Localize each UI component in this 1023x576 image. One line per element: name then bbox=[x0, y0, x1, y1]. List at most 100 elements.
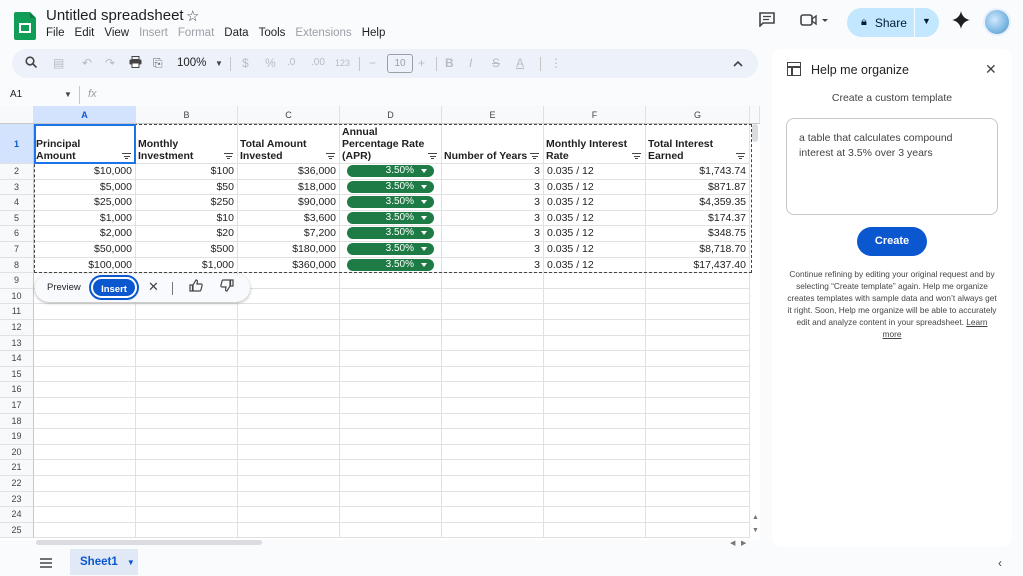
cell-f22[interactable] bbox=[544, 476, 646, 492]
menu-edit[interactable]: Edit bbox=[75, 27, 95, 39]
cell-d9[interactable] bbox=[340, 273, 442, 289]
row-header-11[interactable]: 11 bbox=[0, 304, 34, 320]
cell-a13[interactable] bbox=[34, 335, 136, 352]
cell-g10[interactable] bbox=[646, 288, 750, 305]
cell-e24[interactable] bbox=[442, 507, 544, 523]
panel-close-icon[interactable]: ✕ bbox=[985, 61, 997, 78]
row-header-24[interactable]: 24 bbox=[0, 507, 34, 523]
cell-a22[interactable] bbox=[34, 476, 136, 492]
comments-icon[interactable] bbox=[759, 12, 775, 31]
select-all-corner[interactable] bbox=[0, 106, 34, 124]
row-header-23[interactable]: 23 bbox=[0, 491, 34, 508]
row-header-13[interactable]: 13 bbox=[0, 335, 34, 352]
cell-f12[interactable] bbox=[544, 320, 646, 336]
cell-e23[interactable] bbox=[442, 491, 544, 508]
row-header-9[interactable]: 9 bbox=[0, 273, 34, 289]
cell-e22[interactable] bbox=[442, 476, 544, 492]
row-header-5[interactable]: 5 bbox=[0, 210, 34, 227]
cell-a14[interactable] bbox=[34, 351, 136, 367]
cell-b13[interactable] bbox=[136, 335, 238, 352]
cell-f25[interactable] bbox=[544, 522, 646, 539]
strikethrough-button[interactable]: S bbox=[492, 56, 500, 70]
prompt-input[interactable]: a table that calculates compound interes… bbox=[786, 118, 998, 215]
cell-e20[interactable] bbox=[442, 444, 544, 461]
cell-e25[interactable] bbox=[442, 522, 544, 539]
cell-e15[interactable] bbox=[442, 366, 544, 383]
cell-f13[interactable] bbox=[544, 335, 646, 352]
text-color-button[interactable]: A bbox=[516, 56, 524, 70]
cell-d14[interactable] bbox=[340, 351, 442, 367]
row-header-16[interactable]: 16 bbox=[0, 382, 34, 398]
cell-g20[interactable] bbox=[646, 444, 750, 461]
row-header-19[interactable]: 19 bbox=[0, 429, 34, 445]
increase-decimal-button[interactable]: .00 bbox=[311, 57, 325, 68]
cell-e21[interactable] bbox=[442, 460, 544, 476]
column-header-extra[interactable] bbox=[750, 106, 760, 124]
cell-a16[interactable] bbox=[34, 382, 136, 398]
cell-d16[interactable] bbox=[340, 382, 442, 398]
zoom-select[interactable]: 100% bbox=[177, 57, 206, 69]
menu-file[interactable]: File bbox=[46, 27, 65, 39]
all-sheets-icon[interactable] bbox=[40, 555, 52, 573]
cell-c23[interactable] bbox=[238, 491, 340, 508]
cell-c24[interactable] bbox=[238, 507, 340, 523]
decrease-font-size-button[interactable]: − bbox=[369, 56, 376, 70]
insert-button[interactable]: Insert bbox=[89, 275, 139, 300]
cell-a25[interactable] bbox=[34, 522, 136, 539]
cell-c13[interactable] bbox=[238, 335, 340, 352]
cell-c20[interactable] bbox=[238, 444, 340, 461]
cell-b22[interactable] bbox=[136, 476, 238, 492]
share-button[interactable]: 🔒︎ Share ▼ bbox=[847, 8, 939, 37]
cell-b11[interactable] bbox=[136, 304, 238, 320]
cell-g11[interactable] bbox=[646, 304, 750, 320]
cell-g13[interactable] bbox=[646, 335, 750, 352]
column-header-f[interactable]: F bbox=[544, 106, 646, 124]
cell-b16[interactable] bbox=[136, 382, 238, 398]
cell-f21[interactable] bbox=[544, 460, 646, 476]
cell-f20[interactable] bbox=[544, 444, 646, 461]
cell-b19[interactable] bbox=[136, 429, 238, 445]
sheet-tab-dropdown-icon[interactable]: ▼ bbox=[127, 558, 135, 567]
cell-g18[interactable] bbox=[646, 413, 750, 430]
thumbs-up-icon[interactable] bbox=[189, 279, 203, 295]
cell-b15[interactable] bbox=[136, 366, 238, 383]
cell-b14[interactable] bbox=[136, 351, 238, 367]
cell-b24[interactable] bbox=[136, 507, 238, 523]
cell-c14[interactable] bbox=[238, 351, 340, 367]
cell-c22[interactable] bbox=[238, 476, 340, 492]
cell-c21[interactable] bbox=[238, 460, 340, 476]
cell-g15[interactable] bbox=[646, 366, 750, 383]
horizontal-scrollbar[interactable] bbox=[36, 540, 262, 545]
collapse-toolbar-icon[interactable] bbox=[733, 56, 743, 70]
increase-font-size-button[interactable]: + bbox=[418, 56, 425, 70]
percent-format-button[interactable]: % bbox=[265, 56, 276, 70]
cell-a18[interactable] bbox=[34, 413, 136, 430]
row-header-25[interactable]: 25 bbox=[0, 522, 34, 539]
cell-d20[interactable] bbox=[340, 444, 442, 461]
cell-b18[interactable] bbox=[136, 413, 238, 430]
cell-e16[interactable] bbox=[442, 382, 544, 398]
column-header-c[interactable]: C bbox=[238, 106, 340, 124]
column-header-g[interactable]: G bbox=[646, 106, 750, 124]
more-options-icon[interactable]: ⋮ bbox=[550, 56, 562, 70]
undo-icon[interactable]: ↶ bbox=[82, 56, 92, 70]
scroll-right-icon[interactable]: ▶ bbox=[741, 539, 746, 547]
cell-e12[interactable] bbox=[442, 320, 544, 336]
cell-d12[interactable] bbox=[340, 320, 442, 336]
cell-g23[interactable] bbox=[646, 491, 750, 508]
menu-tools[interactable]: Tools bbox=[259, 27, 286, 39]
cell-c9[interactable] bbox=[238, 273, 340, 289]
cell-g19[interactable] bbox=[646, 429, 750, 445]
cell-b25[interactable] bbox=[136, 522, 238, 539]
cell-c17[interactable] bbox=[238, 398, 340, 414]
cell-e18[interactable] bbox=[442, 413, 544, 430]
menu-format[interactable]: Format bbox=[178, 27, 214, 39]
cell-d23[interactable] bbox=[340, 491, 442, 508]
cell-b23[interactable] bbox=[136, 491, 238, 508]
gemini-icon[interactable] bbox=[952, 11, 970, 34]
cell-g25[interactable] bbox=[646, 522, 750, 539]
row-header-6[interactable]: 6 bbox=[0, 226, 34, 242]
sheets-logo-icon[interactable] bbox=[14, 12, 36, 40]
cell-g17[interactable] bbox=[646, 398, 750, 414]
cell-a12[interactable] bbox=[34, 320, 136, 336]
